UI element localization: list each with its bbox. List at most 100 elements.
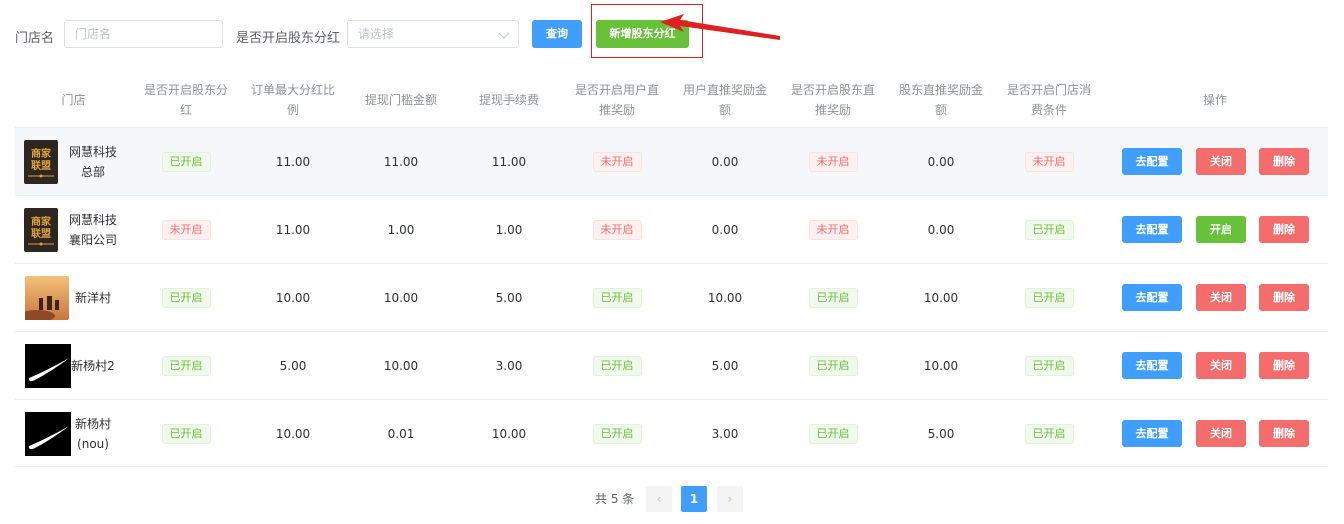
- cell-max-ratio: 11.00: [275, 154, 311, 169]
- status-badge: 已开启: [808, 423, 858, 444]
- delete-button[interactable]: 删除: [1259, 148, 1309, 175]
- status-badge: 已开启: [592, 423, 642, 444]
- th-holder-referral-amount: 股东直推奖励金额: [898, 82, 983, 117]
- cell-max-ratio: 10.00: [275, 426, 311, 441]
- status-badge: 已开启: [808, 355, 858, 376]
- cell-user-referral: 已开启: [571, 264, 663, 331]
- cell-withdraw-fee: 11.00: [491, 154, 527, 169]
- status-badge: 已开启: [161, 287, 211, 308]
- th-user-referral-amount: 用户直推奖励金额: [682, 82, 767, 117]
- next-page-button[interactable]: ›: [717, 486, 743, 512]
- th-dividend-enabled: 是否开启股东分红: [143, 82, 228, 117]
- store-name: 网慧科技总部: [68, 144, 117, 179]
- th-actions: 操作: [1202, 92, 1227, 107]
- delete-button[interactable]: 删除: [1259, 216, 1309, 243]
- configure-button[interactable]: 去配置: [1122, 352, 1182, 379]
- cell-max-ratio: 10.00: [275, 290, 311, 305]
- th-withdraw-threshold: 提现门槛金额: [364, 92, 437, 107]
- cell-user-referral: 未开启: [571, 128, 663, 195]
- configure-button[interactable]: 去配置: [1122, 148, 1182, 175]
- table-row: 新洋村 已开启 10.00 10.00 5.00 已开启 10.00 已开启 10.00 已开启 去…: [15, 263, 1328, 331]
- cell-withdraw-fee: 5.00: [495, 290, 523, 305]
- status-badge: 未开启: [1024, 151, 1074, 172]
- cell-dividend-enabled: 未开启: [140, 196, 232, 263]
- status-badge: 已开启: [1024, 355, 1074, 376]
- cell-withdraw-threshold: 11.00: [383, 154, 419, 169]
- cell-store-consume: 已开启: [1003, 400, 1095, 467]
- dividend-select-placeholder: 请选择: [358, 27, 395, 41]
- status-badge: 已开启: [808, 287, 858, 308]
- status-badge: 未开启: [808, 219, 858, 240]
- cell-holder-referral: 未开启: [787, 196, 879, 263]
- status-badge: 已开启: [592, 287, 642, 308]
- cell-user-referral-amount: 3.00: [711, 426, 739, 441]
- store-name-label: 门店名: [15, 31, 55, 46]
- cell-withdraw-threshold: 1.00: [387, 222, 415, 237]
- cell-withdraw-threshold: 10.00: [383, 358, 419, 373]
- configure-button[interactable]: 去配置: [1122, 216, 1182, 243]
- table-row: 新杨村(nou) 已开启 10.00 0.01 10.00 已开启 3.00 已开启 5.00 已…: [15, 399, 1328, 467]
- dividend-filter-label: 是否开启股东分红: [236, 31, 341, 46]
- query-button[interactable]: 查询: [532, 20, 582, 48]
- th-user-referral: 是否开启用户直推奖励: [574, 82, 659, 117]
- cell-user-referral-amount: 0.00: [711, 222, 739, 237]
- prev-page-button[interactable]: ‹: [646, 486, 672, 512]
- table-header: 门店 是否开启股东分红 订单最大分红比例 提现门槛金额 提现手续费 是否开启用户…: [15, 72, 1328, 127]
- cell-dividend-enabled: 已开启: [140, 264, 232, 331]
- table-body: 商家 联盟 网慧科技总部 已开启 11.00 11.00 11.00 未开启 0.00 未开启 0.…: [15, 127, 1328, 467]
- cell-holder-referral: 已开启: [787, 332, 879, 399]
- store-name: 新杨村(nou): [74, 416, 111, 451]
- cell-dividend-enabled: 已开启: [140, 128, 232, 195]
- cell-user-referral-amount: 0.00: [711, 154, 739, 169]
- status-badge: 已开启: [1024, 423, 1074, 444]
- th-withdraw-fee: 提现手续费: [478, 92, 539, 107]
- cell-dividend-enabled: 已开启: [140, 400, 232, 467]
- cell-store-consume: 已开启: [1003, 332, 1095, 399]
- cell-holder-referral-amount: 10.00: [923, 290, 959, 305]
- cell-withdraw-fee: 1.00: [495, 222, 523, 237]
- store-name-input[interactable]: 门店名: [64, 20, 223, 48]
- th-store: 门店: [61, 92, 86, 107]
- cell-withdraw-fee: 10.00: [491, 426, 527, 441]
- toggle-button[interactable]: 关闭: [1196, 284, 1246, 311]
- toggle-button[interactable]: 关闭: [1196, 148, 1246, 175]
- cell-holder-referral-amount: 0.00: [927, 154, 955, 169]
- toggle-button[interactable]: 开启: [1196, 216, 1246, 243]
- delete-button[interactable]: 删除: [1259, 420, 1309, 447]
- table-row: 商家 联盟 网慧科技襄阳公司 未开启 11.00 1.00 1.00 未开启 0.00 未开启 0.…: [15, 195, 1328, 263]
- svg-text:联盟: 联盟: [31, 159, 51, 172]
- th-max-ratio: 订单最大分红比例: [250, 82, 335, 117]
- dividend-table: 门店 是否开启股东分红 订单最大分红比例 提现门槛金额 提现手续费 是否开启用户…: [15, 72, 1328, 467]
- chevron-down-icon: [498, 27, 510, 39]
- configure-button[interactable]: 去配置: [1122, 420, 1182, 447]
- cell-store-consume: 未开启: [1003, 128, 1095, 195]
- page-1-button[interactable]: 1: [681, 486, 707, 512]
- status-badge: 未开启: [161, 219, 211, 240]
- svg-text:联盟: 联盟: [31, 227, 51, 240]
- cell-user-referral: 已开启: [571, 400, 663, 467]
- status-badge: 已开启: [161, 151, 211, 172]
- pagination-total: 共 5 条: [595, 492, 635, 506]
- configure-button[interactable]: 去配置: [1122, 284, 1182, 311]
- cell-holder-referral: 已开启: [787, 400, 879, 467]
- status-badge: 已开启: [1024, 219, 1074, 240]
- delete-button[interactable]: 删除: [1259, 352, 1309, 379]
- th-holder-referral: 是否开启股东直推奖励: [790, 82, 875, 117]
- delete-button[interactable]: 删除: [1259, 284, 1309, 311]
- dividend-select[interactable]: 请选择: [347, 20, 519, 48]
- annotation-arrow-icon: [660, 14, 780, 40]
- cell-user-referral-amount: 5.00: [711, 358, 739, 373]
- toggle-button[interactable]: 关闭: [1196, 352, 1246, 379]
- status-badge: 未开启: [592, 219, 642, 240]
- th-store-consume: 是否开启门店消费条件: [1006, 82, 1091, 117]
- table-row: 新杨村2 已开启 5.00 10.00 3.00 已开启 5.00 已开启 10.00 已开启 去配…: [15, 331, 1328, 399]
- cell-withdraw-threshold: 10.00: [383, 290, 419, 305]
- status-badge: 未开启: [592, 151, 642, 172]
- cell-holder-referral-amount: 10.00: [923, 358, 959, 373]
- status-badge: 已开启: [592, 355, 642, 376]
- status-badge: 已开启: [1024, 287, 1074, 308]
- cell-user-referral: 已开启: [571, 332, 663, 399]
- cell-dividend-enabled: 已开启: [140, 332, 232, 399]
- toggle-button[interactable]: 关闭: [1196, 420, 1246, 447]
- svg-text:商家: 商家: [31, 215, 52, 228]
